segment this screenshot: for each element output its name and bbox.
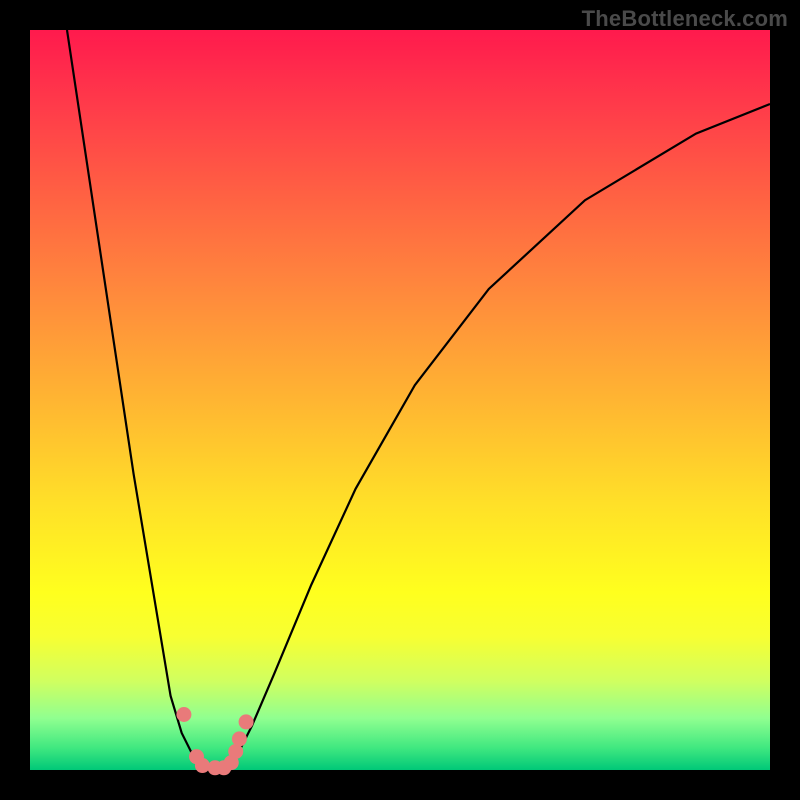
bottleneck-curve [67,30,770,769]
data-marker [176,707,191,722]
watermark-text: TheBottleneck.com [582,6,788,32]
data-markers [176,707,253,775]
data-marker [232,731,247,746]
chart-svg [30,30,770,770]
chart-area [30,30,770,770]
data-marker [195,758,210,773]
data-marker [239,714,254,729]
